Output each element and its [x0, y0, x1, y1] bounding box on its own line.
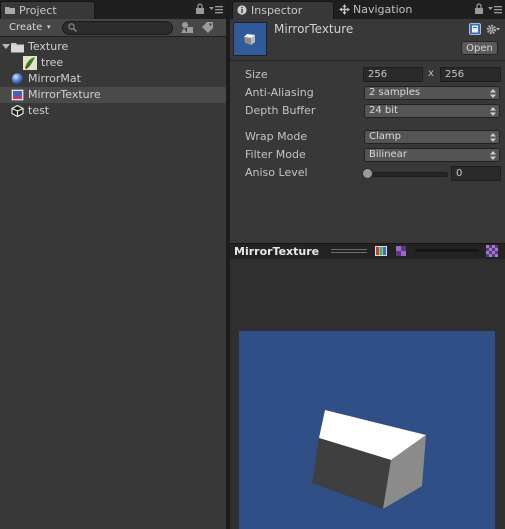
tree-item-texture-folder[interactable]: Texture — [0, 39, 226, 55]
aniso-level-slider-handle[interactable] — [362, 168, 373, 179]
cube-render-image — [312, 410, 426, 509]
filter-mode-label: Filter Mode — [245, 148, 306, 161]
gear-icon[interactable] — [486, 23, 500, 36]
inspector-tab-label: Inspector — [251, 4, 303, 17]
tab-project[interactable]: Project — [0, 1, 95, 19]
wrap-mode-value: Clamp — [369, 131, 401, 142]
preview-area — [230, 259, 505, 529]
folder-tab-icon — [5, 7, 15, 14]
navigation-icon — [339, 4, 350, 15]
drag-handle-icon[interactable] — [331, 247, 367, 255]
aniso-level-label: Aniso Level — [245, 166, 308, 179]
size-separator: x — [428, 68, 434, 79]
tree-item-mirrortexture[interactable]: MirrorTexture — [0, 87, 226, 103]
mip-level-slider[interactable] — [415, 249, 479, 252]
search-icon — [68, 23, 77, 32]
project-toolbar: Create ▾ — [0, 19, 226, 37]
depth-buffer-dropdown[interactable]: 24 bit — [364, 104, 500, 118]
project-panel: Project Create ▾ Texture tree MirrorMat … — [0, 0, 226, 529]
project-tab-strip: Project — [0, 0, 226, 19]
asset-thumbnail — [233, 22, 267, 56]
texture-thumbnail-icon — [23, 56, 37, 70]
material-sphere-icon — [11, 73, 24, 85]
dropdown-arrows-icon — [490, 133, 496, 142]
wrap-mode-dropdown[interactable]: Clamp — [364, 130, 500, 144]
tree-item-mirrormat[interactable]: MirrorMat — [0, 71, 226, 87]
tab-navigation[interactable]: Navigation — [337, 1, 437, 19]
dropdown-arrows-icon — [490, 107, 496, 116]
dropdown-arrows-icon — [490, 151, 496, 160]
aniso-level-slider-track[interactable] — [367, 172, 448, 177]
lock-icon[interactable] — [474, 3, 484, 15]
tree-item-label: tree — [41, 56, 64, 69]
filter-by-label-icon[interactable] — [201, 21, 215, 34]
filter-mode-dropdown[interactable]: Bilinear — [364, 148, 500, 162]
tab-inspector[interactable]: Inspector — [232, 1, 334, 19]
expand-arrow-icon[interactable] — [2, 41, 10, 53]
unity-scene-icon — [11, 105, 24, 117]
wrap-mode-label: Wrap Mode — [245, 130, 308, 143]
create-label: Create — [9, 22, 43, 33]
panel-menu-icon[interactable] — [209, 3, 223, 15]
tree-item-label: MirrorMat — [28, 72, 81, 85]
tree-item-tree-texture[interactable]: tree — [0, 55, 226, 71]
render-texture-icon — [11, 89, 24, 101]
depth-buffer-value: 24 bit — [369, 105, 398, 116]
anti-aliasing-label: Anti-Aliasing — [245, 86, 314, 99]
search-input[interactable] — [62, 21, 173, 35]
info-icon — [237, 5, 247, 15]
filter-by-type-icon[interactable] — [180, 21, 194, 34]
project-tab-label: Project — [19, 4, 57, 17]
size-height-field[interactable]: 256 — [440, 67, 501, 82]
mip-large-checker-icon[interactable] — [486, 245, 498, 257]
render-texture-preview — [239, 331, 495, 529]
open-button[interactable]: Open — [461, 41, 498, 55]
navigation-tab-label: Navigation — [353, 3, 413, 16]
color-channels-icon[interactable] — [375, 246, 387, 256]
filter-mode-value: Bilinear — [369, 149, 407, 160]
size-label: Size — [245, 68, 268, 81]
inspector-tab-strip: Inspector Navigation — [230, 0, 505, 19]
dropdown-arrows-icon — [490, 89, 496, 98]
inspector-panel: Inspector Navigation MirrorTexture Open … — [230, 0, 505, 243]
asset-title: MirrorTexture — [274, 22, 354, 36]
chevron-down-icon: ▾ — [47, 23, 51, 31]
depth-buffer-label: Depth Buffer — [245, 104, 316, 117]
cube-icon — [244, 34, 255, 45]
help-book-icon[interactable] — [469, 23, 481, 35]
preview-toolbar: MirrorTexture — [230, 243, 505, 259]
mip-small-checker-icon[interactable] — [396, 246, 406, 256]
tree-item-label: test — [28, 104, 50, 117]
panel-menu-icon[interactable] — [488, 3, 502, 15]
tree-item-label: Texture — [28, 40, 69, 53]
anti-aliasing-value: 2 samples — [369, 87, 421, 98]
lock-icon[interactable] — [195, 3, 205, 15]
size-width-field[interactable]: 256 — [363, 67, 423, 82]
anti-aliasing-dropdown[interactable]: 2 samples — [364, 86, 500, 100]
tree-item-label: MirrorTexture — [28, 88, 101, 101]
folder-icon — [11, 43, 24, 53]
inspector-header: MirrorTexture Open — [230, 19, 505, 61]
preview-title: MirrorTexture — [234, 245, 320, 258]
tree-item-test-scene[interactable]: test — [0, 103, 226, 119]
aniso-level-field[interactable]: 0 — [451, 166, 501, 181]
create-dropdown-button[interactable]: Create ▾ — [3, 20, 56, 35]
